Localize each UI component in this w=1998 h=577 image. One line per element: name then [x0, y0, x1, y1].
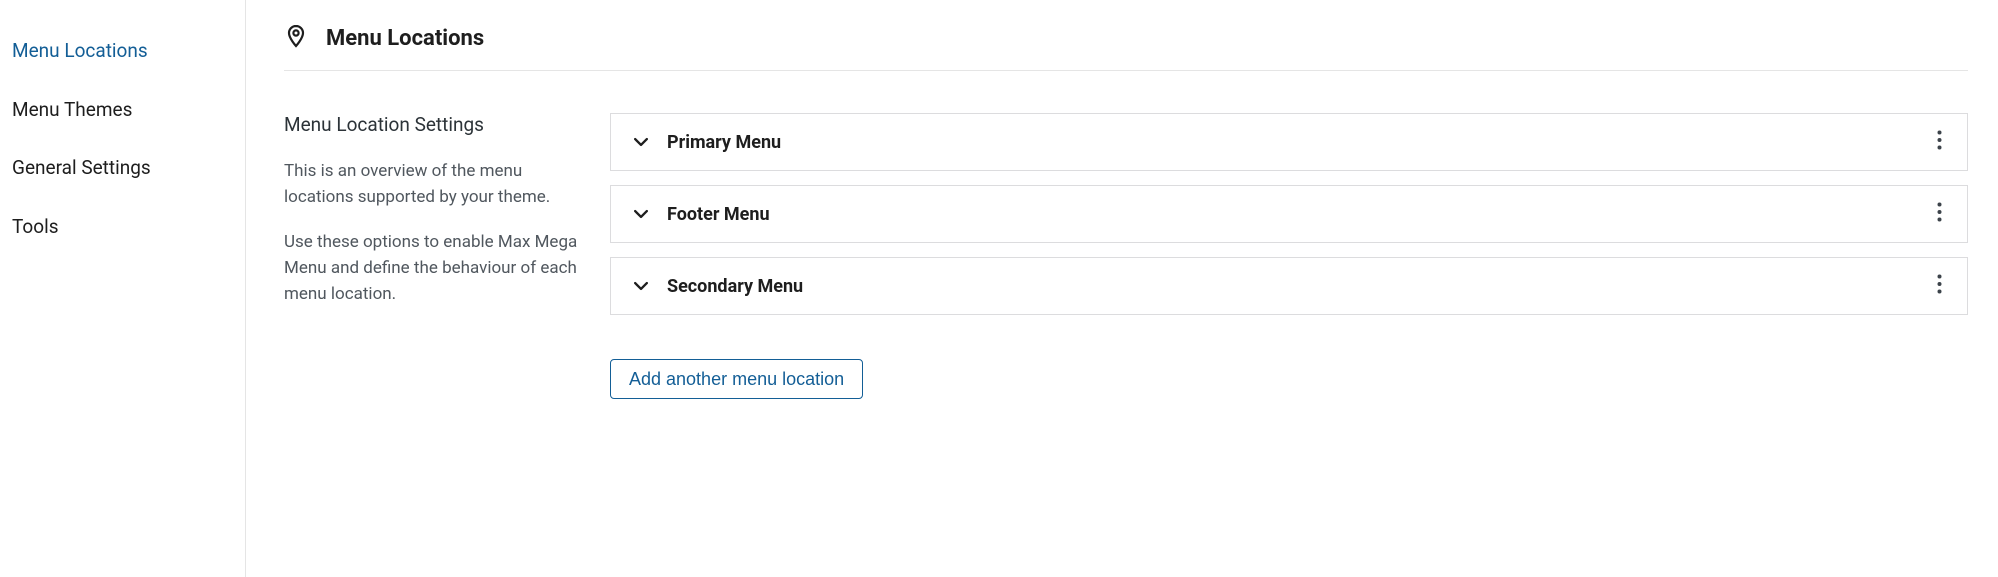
sidebar-item-menu-locations[interactable]: Menu Locations — [12, 28, 245, 79]
more-options-button[interactable] — [1929, 127, 1949, 157]
settings-desc-1: This is an overview of the menu location… — [284, 158, 580, 211]
body-row: Menu Location Settings This is an overvi… — [284, 113, 1968, 399]
location-label: Primary Menu — [667, 132, 1929, 153]
sidebar-item-general-settings[interactable]: General Settings — [12, 145, 245, 196]
kebab-icon — [1937, 130, 1942, 154]
settings-desc-2: Use these options to enable Max Mega Men… — [284, 229, 580, 308]
kebab-icon — [1937, 202, 1942, 226]
sidebar-item-label: Menu Themes — [12, 98, 132, 121]
sidebar-item-label: General Settings — [12, 156, 151, 179]
location-pin-icon — [284, 24, 308, 52]
kebab-icon — [1937, 274, 1942, 298]
page-title: Menu Locations — [326, 26, 484, 51]
chevron-down-icon — [631, 135, 651, 149]
main: Menu Locations Menu Location Settings Th… — [246, 0, 1998, 577]
location-label: Secondary Menu — [667, 276, 1929, 297]
settings-column: Menu Location Settings This is an overvi… — [284, 113, 580, 399]
sidebar-item-tools[interactable]: Tools — [12, 204, 245, 255]
locations-column: Primary Menu Footer Menu — [610, 113, 1968, 399]
location-row-footer-menu[interactable]: Footer Menu — [610, 185, 1968, 243]
sidebar-item-menu-themes[interactable]: Menu Themes — [12, 87, 245, 138]
more-options-button[interactable] — [1929, 271, 1949, 301]
location-label: Footer Menu — [667, 204, 1929, 225]
chevron-down-icon — [631, 207, 651, 221]
page-header: Menu Locations — [284, 24, 1968, 71]
sidebar-item-label: Menu Locations — [12, 39, 148, 62]
location-row-secondary-menu[interactable]: Secondary Menu — [610, 257, 1968, 315]
location-row-primary-menu[interactable]: Primary Menu — [610, 113, 1968, 171]
more-options-button[interactable] — [1929, 199, 1949, 229]
add-menu-location-button[interactable]: Add another menu location — [610, 359, 863, 399]
sidebar: Menu Locations Menu Themes General Setti… — [0, 0, 246, 577]
chevron-down-icon — [631, 279, 651, 293]
settings-title: Menu Location Settings — [284, 113, 580, 136]
sidebar-item-label: Tools — [12, 215, 59, 238]
